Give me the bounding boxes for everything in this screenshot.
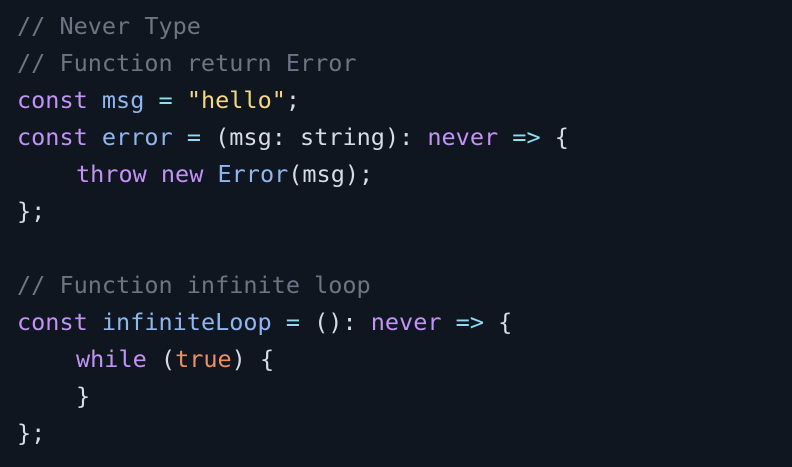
keyword-while: while	[76, 345, 147, 373]
param-msg: msg	[229, 123, 272, 151]
colon: :	[271, 123, 286, 151]
comment: // Function infinite loop	[17, 271, 371, 299]
code-line-1: // Never Type	[17, 8, 792, 45]
arrow-operator: =>	[512, 123, 541, 151]
code-editor: // Never Type // Function return Error c…	[0, 0, 792, 467]
assign-operator: =	[158, 86, 173, 114]
variable-msg: msg	[101, 86, 145, 114]
close-brace: }	[76, 382, 91, 410]
code-line-4: const error = (msg: string): never => {	[17, 119, 792, 156]
keyword-const: const	[17, 308, 88, 336]
close-paren-colon: ):	[384, 123, 414, 151]
open-brace: {	[554, 123, 569, 151]
code-line-12: };	[17, 415, 792, 452]
type-never: never	[427, 123, 499, 151]
open-brace: {	[259, 345, 275, 373]
keyword-const: const	[17, 86, 88, 114]
code-line-11: }	[17, 378, 792, 415]
string-literal: "hello"	[186, 86, 286, 114]
code-line-2: // Function return Error	[17, 45, 792, 82]
arrow-operator: =>	[455, 308, 484, 336]
type-string: string	[300, 123, 385, 151]
assign-operator: =	[285, 308, 300, 336]
keyword-const: const	[17, 123, 88, 151]
open-brace: {	[498, 308, 513, 336]
boolean-true: true	[175, 345, 232, 373]
code-line-10: while (true) {	[17, 341, 792, 378]
close-block: };	[17, 197, 46, 225]
empty-params: ():	[314, 308, 357, 336]
class-error: Error	[217, 160, 289, 188]
close-block: };	[17, 419, 46, 447]
semicolon: ;	[285, 86, 301, 114]
variable-infinite-loop: infiniteLoop	[101, 308, 272, 336]
code-line-3: const msg = "hello";	[17, 82, 792, 119]
variable-error: error	[101, 123, 173, 151]
open-paren: (	[160, 345, 176, 373]
code-line-9: const infiniteLoop = (): never => {	[17, 304, 792, 341]
code-line-5: throw new Error(msg);	[17, 156, 792, 193]
keyword-new: new	[160, 160, 204, 188]
comment: // Function return Error	[17, 49, 357, 77]
comment: // Never Type	[17, 12, 201, 40]
code-line-7-empty	[17, 230, 792, 267]
code-line-6: };	[17, 193, 792, 230]
call-args: (msg);	[288, 160, 374, 188]
keyword-throw: throw	[76, 160, 147, 188]
code-line-8: // Function infinite loop	[17, 267, 792, 304]
open-paren: (	[215, 123, 230, 151]
type-never: never	[370, 308, 442, 336]
close-paren: )	[231, 345, 246, 373]
assign-operator: =	[186, 123, 201, 151]
